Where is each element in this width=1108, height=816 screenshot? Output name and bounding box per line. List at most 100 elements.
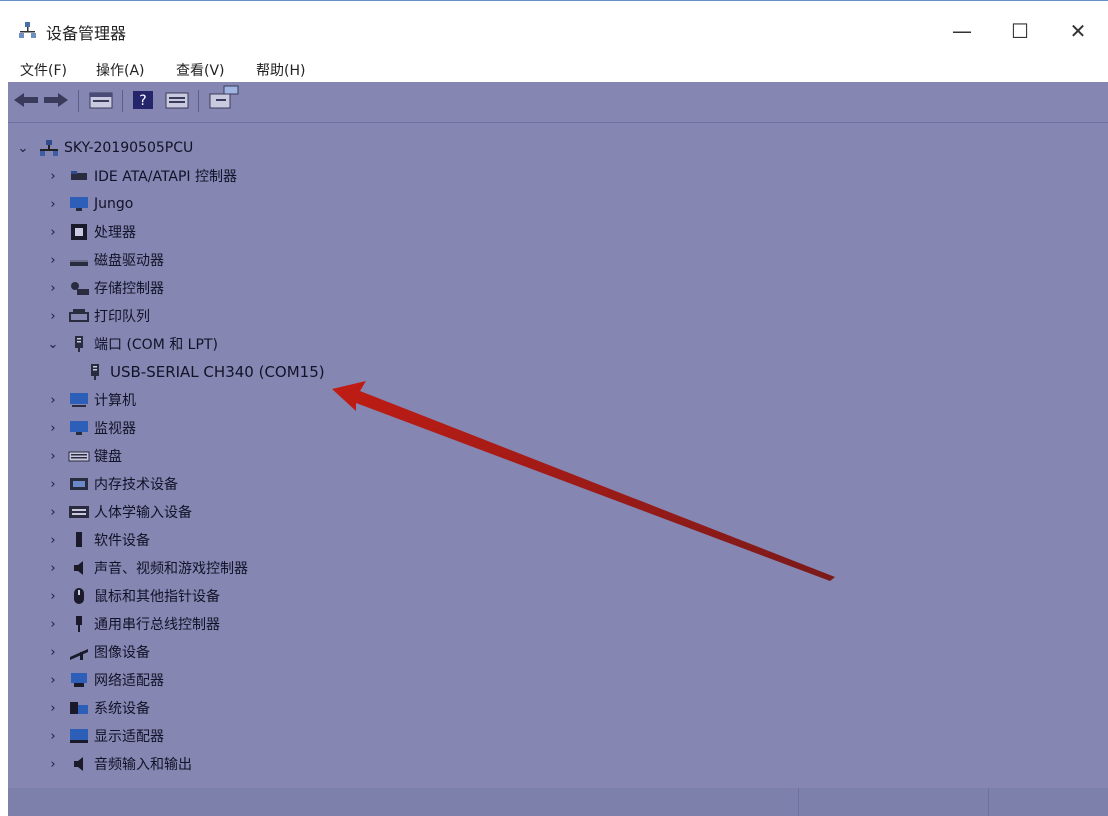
expand-chevron-icon[interactable]: ›: [46, 421, 60, 436]
tree-item-label: 网络适配器: [94, 673, 164, 689]
ide-controller-icon: [71, 171, 87, 180]
menu-help[interactable]: 帮助(H): [256, 60, 305, 80]
tree-item-label: 系统设备: [94, 701, 150, 717]
tree-root[interactable]: ⌄ SKY-20190505PCU: [16, 134, 193, 162]
back-arrow-icon[interactable]: [12, 90, 40, 110]
tree-item-mouse[interactable]: › 鼠标和其他指针设备: [46, 582, 220, 610]
tree-item-hid[interactable]: › 人体学输入设备: [46, 498, 192, 526]
device-tree-panel: ? ⌄ SKY-20190505PCU › IDE ATA/ATAPI 控制器 …: [8, 82, 1108, 788]
expand-chevron-icon[interactable]: ›: [46, 617, 60, 632]
status-divider: [988, 788, 989, 816]
forward-arrow-icon[interactable]: [42, 90, 70, 110]
computer-network-icon: [40, 140, 58, 156]
keyboard-icon: [68, 451, 90, 462]
mouse-icon: [74, 588, 84, 604]
tree-item-system[interactable]: › 系统设备: [46, 694, 150, 722]
expand-chevron-icon[interactable]: ›: [46, 645, 60, 660]
menu-action[interactable]: 操作(A): [96, 60, 145, 80]
tree-item-monitor[interactable]: › 监视器: [46, 414, 136, 442]
tree-item-audio-io[interactable]: › 音频输入和输出: [46, 750, 192, 778]
device-manager-app-icon: [19, 22, 36, 38]
menu-file[interactable]: 文件(F): [20, 60, 67, 80]
jungo-monitor-icon: [70, 197, 88, 211]
menu-bar: 文件(F) 操作(A) 查看(V) 帮助(H): [0, 54, 1108, 82]
tree-item-printer[interactable]: › 打印队列: [46, 302, 150, 330]
expand-chevron-icon[interactable]: ›: [46, 169, 60, 184]
network-adapter-icon: [71, 673, 87, 687]
status-divider: [798, 788, 799, 816]
expand-chevron-icon[interactable]: ›: [46, 225, 60, 240]
tree-item-jungo[interactable]: › Jungo: [46, 190, 133, 218]
help-icon[interactable]: ?: [132, 90, 154, 110]
expand-chevron-icon[interactable]: ›: [46, 673, 60, 688]
port-icon: [75, 336, 83, 352]
tree-item-ports[interactable]: ⌄ 端口 (COM 和 LPT): [46, 330, 218, 358]
monitor-icon: [70, 421, 88, 435]
device-tree: ⌄ SKY-20190505PCU › IDE ATA/ATAPI 控制器 › …: [8, 124, 1108, 788]
expand-chevron-icon[interactable]: ›: [46, 533, 60, 548]
tree-item-memory[interactable]: › 内存技术设备: [46, 470, 178, 498]
expand-chevron-icon[interactable]: ›: [46, 253, 60, 268]
tree-item-label: 鼠标和其他指针设备: [94, 589, 220, 605]
collapse-chevron-icon[interactable]: ⌄: [16, 141, 30, 156]
expand-chevron-icon[interactable]: ›: [46, 561, 60, 576]
title-bar: 设备管理器 — ☐ ✕: [0, 0, 1108, 54]
storage-controller-icon: [71, 282, 89, 295]
tree-item-keyboard[interactable]: › 键盘: [46, 442, 122, 470]
tree-item-imaging[interactable]: › 图像设备: [46, 638, 150, 666]
usb-icon: [76, 616, 82, 632]
toolbar-separator: [198, 90, 199, 112]
processor-icon: [71, 224, 87, 240]
printer-icon: [69, 309, 89, 322]
tree-item-label: 监视器: [94, 421, 136, 437]
tree-item-label: 键盘: [94, 449, 122, 465]
software-device-icon: [76, 532, 82, 547]
properties-icon[interactable]: [88, 90, 114, 110]
close-button[interactable]: ✕: [1056, 11, 1100, 51]
expand-chevron-icon[interactable]: ›: [46, 505, 60, 520]
maximize-button[interactable]: ☐: [998, 11, 1042, 51]
system-device-icon: [70, 702, 88, 714]
tree-item-label: 软件设备: [94, 533, 150, 549]
expand-chevron-icon[interactable]: ›: [46, 449, 60, 464]
tree-item-label: 声音、视频和游戏控制器: [94, 561, 248, 577]
toolbar: ?: [8, 82, 1108, 123]
tree-item-usb[interactable]: › 通用串行总线控制器: [46, 610, 220, 638]
tree-item-ch340[interactable]: USB-SERIAL CH340 (COM15): [76, 358, 325, 386]
minimize-button[interactable]: —: [940, 11, 984, 51]
menu-view[interactable]: 查看(V): [176, 60, 225, 80]
tree-item-ide[interactable]: › IDE ATA/ATAPI 控制器: [46, 162, 237, 190]
tree-item-sound[interactable]: › 声音、视频和游戏控制器: [46, 554, 248, 582]
expand-chevron-icon[interactable]: ›: [46, 589, 60, 604]
speaker-icon: [74, 561, 83, 575]
tree-item-software[interactable]: › 软件设备: [46, 526, 150, 554]
expand-chevron-icon[interactable]: ›: [46, 393, 60, 408]
expand-chevron-icon[interactable]: ›: [46, 197, 60, 212]
expand-chevron-icon[interactable]: ›: [46, 757, 60, 772]
tree-root-label: SKY-20190505PCU: [64, 140, 194, 156]
tree-item-label: 人体学输入设备: [94, 505, 192, 521]
expand-chevron-icon[interactable]: ›: [46, 281, 60, 296]
port-icon: [91, 364, 99, 380]
tree-item-label: 存储控制器: [94, 281, 164, 297]
expand-chevron-icon[interactable]: ›: [46, 701, 60, 716]
window-title: 设备管理器: [46, 24, 127, 43]
update-driver-icon[interactable]: [206, 84, 242, 112]
disk-drive-icon: [70, 260, 88, 266]
show-hidden-icon[interactable]: [164, 90, 190, 110]
tree-item-storage[interactable]: › 存储控制器: [46, 274, 164, 302]
tree-item-computer[interactable]: › 计算机: [46, 386, 136, 414]
tree-item-display[interactable]: › 显示适配器: [46, 722, 164, 750]
hid-icon: [69, 506, 89, 518]
expand-chevron-icon[interactable]: ›: [46, 477, 60, 492]
tree-item-label: 图像设备: [94, 645, 150, 661]
expand-chevron-icon[interactable]: ›: [46, 729, 60, 744]
tree-item-network[interactable]: › 网络适配器: [46, 666, 164, 694]
collapse-chevron-icon[interactable]: ⌄: [46, 337, 60, 352]
tree-item-label: USB-SERIAL CH340 (COM15): [110, 363, 325, 381]
tree-item-processor[interactable]: › 处理器: [46, 218, 136, 246]
expand-chevron-icon[interactable]: ›: [46, 309, 60, 324]
audio-io-icon: [74, 757, 83, 771]
tree-item-disk[interactable]: › 磁盘驱动器: [46, 246, 164, 274]
display-adapter-icon: [70, 729, 88, 743]
